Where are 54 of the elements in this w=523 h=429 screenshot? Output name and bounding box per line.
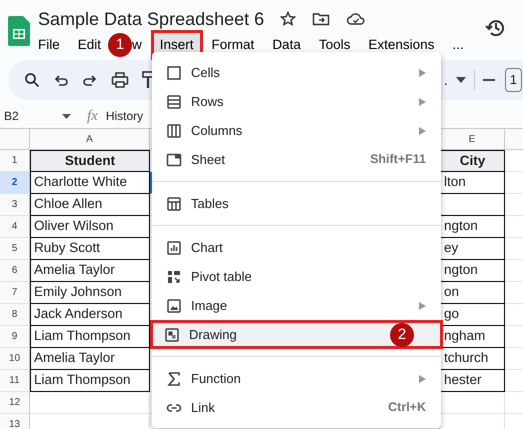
menu-item[interactable]: Rows — [152, 87, 441, 116]
table-cell: Ruby Scott — [30, 238, 150, 260]
table-cell: Amelia Taylor — [30, 348, 150, 370]
row-number[interactable]: 6 — [0, 260, 30, 282]
menu-item[interactable]: File — [29, 30, 69, 60]
table-cell: Emily Johnson — [30, 282, 150, 304]
row-number[interactable]: 7 — [0, 282, 30, 304]
table-cell: Liam Thompson — [30, 370, 150, 392]
menu-item[interactable]: Tools — [310, 30, 360, 60]
row-number[interactable]: 1 — [0, 150, 30, 172]
menu-item[interactable]: Link Ctrl+K — [152, 393, 441, 422]
menu-item[interactable]: Columns — [152, 116, 441, 145]
menu-item[interactable]: w — [132, 30, 151, 60]
table-cell: Chloe Allen — [30, 194, 150, 216]
table-cell: Amelia Taylor — [30, 260, 150, 282]
menu-item[interactable]: Edit — [68, 30, 110, 60]
menu-item[interactable]: Function — [152, 364, 441, 393]
row-number[interactable]: 9 — [0, 326, 30, 348]
row-number[interactable]: 5 — [0, 238, 30, 260]
menu-item[interactable]: Sheet Shift+F11 — [152, 145, 441, 174]
table-cell: Charlotte White — [30, 172, 150, 194]
step-badge: 2 — [390, 323, 414, 347]
row-number[interactable]: 2 — [0, 172, 30, 194]
shortcut-text: Shift+F11 — [370, 151, 426, 168]
menu-item[interactable]: Extensions — [359, 30, 444, 60]
document-title: Sample Data Spreadsheet 6 — [38, 8, 264, 30]
row-number[interactable]: 10 — [0, 348, 30, 370]
header-cell: Student — [30, 150, 150, 172]
row-number[interactable]: 13 — [0, 414, 30, 429]
cell-reference-field[interactable]: B2 — [0, 107, 62, 125]
menu-item[interactable]: Chart — [152, 233, 441, 262]
menu-item[interactable]: Format — [202, 30, 264, 60]
formula-value: History — [106, 108, 144, 125]
column-header: A — [30, 129, 150, 149]
table-cell: Jack Anderson — [30, 304, 150, 326]
menu-item[interactable]: Tables — [152, 189, 441, 218]
row-number[interactable]: 12 — [0, 392, 30, 414]
menu-item[interactable]: Cells — [152, 58, 441, 87]
menu-item[interactable]: Drawing 2 — [150, 320, 443, 349]
row-number[interactable]: 11 — [0, 370, 30, 392]
font-size-field[interactable]: 1 — [504, 68, 522, 92]
overflow-text: . — [444, 70, 448, 90]
fx-label: fx — [87, 106, 98, 126]
menu-item[interactable]: ... — [443, 30, 473, 60]
menu-item[interactable]: Image — [152, 291, 441, 320]
header-cell: City — [440, 150, 505, 172]
row-number[interactable]: 3 — [0, 194, 30, 216]
step-badge: 1 — [108, 33, 132, 57]
shortcut-text: Ctrl+K — [388, 399, 426, 416]
menu-item[interactable]: Pivot table — [152, 262, 441, 291]
row-number[interactable]: 8 — [0, 304, 30, 326]
menu-item[interactable]: Data — [263, 30, 310, 60]
table-cell: Oliver Wilson — [30, 216, 150, 238]
row-number[interactable]: 4 — [0, 216, 30, 238]
